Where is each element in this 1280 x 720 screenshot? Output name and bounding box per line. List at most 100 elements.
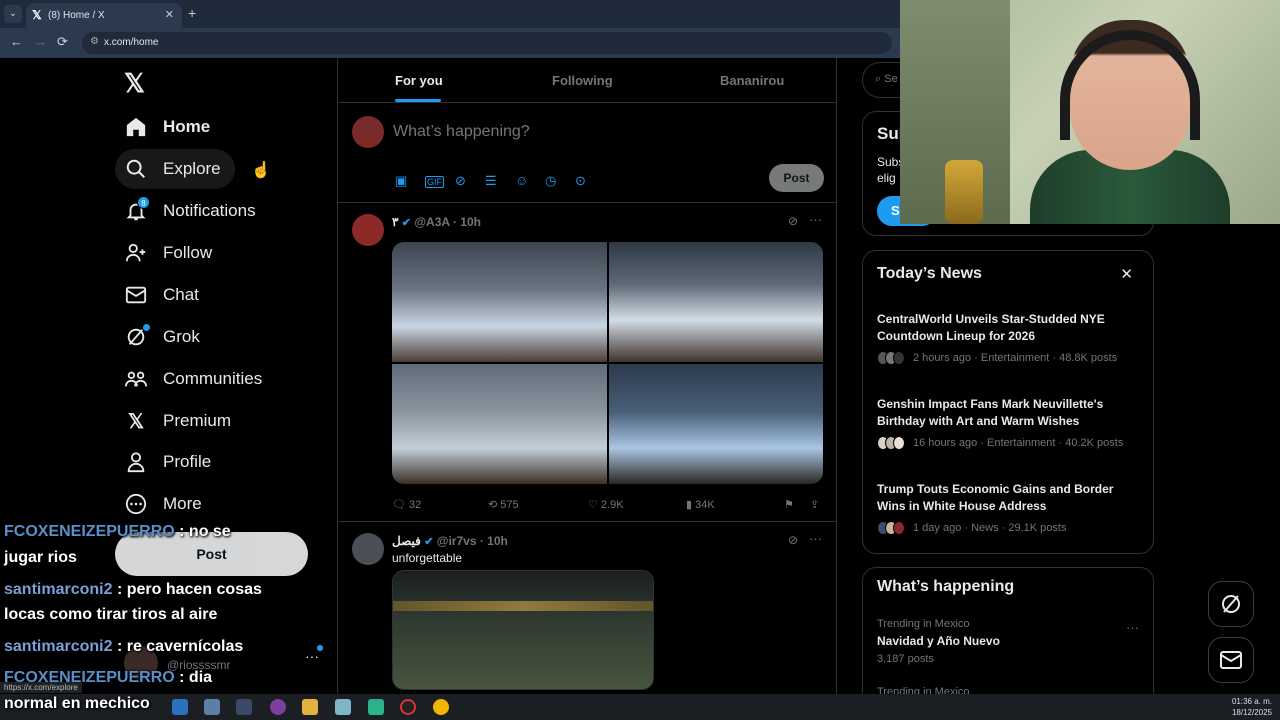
nav-grok[interactable]: Grok: [115, 317, 214, 357]
emoji-icon[interactable]: ☺: [515, 173, 528, 188]
nav-follow-label: Follow: [163, 243, 213, 262]
trend-more-icon[interactable]: ···: [1126, 620, 1139, 635]
tweet-photo[interactable]: [608, 242, 823, 362]
browser-tab-bar: ⌄ 𝕏 (8) Home / X ✕ +: [0, 0, 900, 28]
tweet-photo[interactable]: [608, 364, 823, 484]
nav-more[interactable]: More: [115, 484, 216, 524]
tab-for-you[interactable]: For you: [395, 73, 443, 88]
tweet-more-icon[interactable]: ···: [809, 212, 822, 227]
news-avatars: [877, 436, 907, 450]
address-bar-row: ← → ⟳ ⚙ x.com/home: [0, 28, 900, 58]
site-info-icon[interactable]: ⚙: [90, 36, 99, 47]
tweet-photo[interactable]: [392, 364, 607, 484]
url-text: x.com/home: [104, 37, 159, 48]
nav-chat[interactable]: Chat: [115, 275, 213, 315]
reload-button[interactable]: ⟳: [57, 34, 68, 50]
tweet-media-grid[interactable]: [392, 242, 823, 484]
tweet-photo[interactable]: [392, 570, 654, 690]
trend-topic[interactable]: Navidad y Año Nuevo: [877, 634, 1000, 648]
news-meta: 1 day ago · News · 29.1K posts: [913, 522, 1067, 534]
taskbar-app-icon[interactable]: [172, 699, 188, 715]
account-more-icon[interactable]: ···: [305, 648, 319, 664]
x-premium-icon: 𝕏: [127, 410, 145, 433]
nav-profile[interactable]: Profile: [115, 442, 225, 482]
chrome-icon[interactable]: [433, 699, 449, 715]
tweet[interactable]: ٣ ✔ @A3A · 10h ⊘ ··· 🗨 32 ⟲ 575 ♡ 2.9K ▮…: [338, 204, 836, 522]
tweet-photo[interactable]: [392, 242, 607, 362]
url-field[interactable]: ⚙ x.com/home: [82, 32, 892, 54]
bookmark-icon[interactable]: ⚑: [784, 498, 794, 511]
tweet-author-name[interactable]: فيصل: [392, 534, 421, 548]
tab-bananirou[interactable]: Bananirou: [720, 73, 784, 88]
news-item[interactable]: Trump Touts Economic Gains and Border Wi…: [877, 481, 1143, 535]
verified-badge-icon: ✔: [424, 536, 434, 548]
browser-tab[interactable]: 𝕏 (8) Home / X ✕: [26, 3, 182, 28]
x-logo-icon[interactable]: 𝕏: [124, 68, 145, 99]
taskbar-app-icon[interactable]: [236, 699, 252, 715]
forward-button[interactable]: →: [34, 34, 47, 49]
nav-explore-label: Explore: [163, 159, 221, 178]
nav-home-label: Home: [163, 117, 211, 136]
chat-message: FCOXENEIZEPUERRO : no se: [4, 520, 231, 544]
news-item[interactable]: CentralWorld Unveils Star-Studded NYE Co…: [877, 311, 1143, 365]
grok-fab-button[interactable]: [1208, 581, 1254, 627]
location-icon[interactable]: ⊙: [575, 173, 586, 189]
repost-button[interactable]: ⟲ 575: [488, 498, 519, 511]
grok-explain-icon[interactable]: ⊘: [788, 533, 798, 547]
nav-home[interactable]: Home: [115, 107, 224, 147]
taskbar-app-icon[interactable]: [204, 699, 220, 715]
grok-indicator-dot: [143, 324, 150, 331]
back-button[interactable]: ←: [10, 34, 23, 49]
main-feed: For you Following Bananirou What’s happe…: [337, 58, 837, 698]
grok-tool-icon[interactable]: ⊘: [455, 173, 466, 189]
tweet-handle[interactable]: @ir7vs: [437, 534, 477, 548]
nav-follow[interactable]: Follow: [115, 233, 226, 273]
tweet-time[interactable]: · 10h: [480, 534, 508, 548]
schedule-icon[interactable]: ◷: [545, 173, 556, 189]
tab-following[interactable]: Following: [552, 73, 613, 88]
taskbar-time: 01:36 a. m.: [1231, 697, 1272, 706]
taskbar-app-icon[interactable]: [270, 699, 286, 715]
grok-explain-icon[interactable]: ⊘: [788, 214, 798, 228]
taskbar-app-icon[interactable]: [335, 699, 351, 715]
reply-count: 32: [409, 499, 422, 511]
reply-button[interactable]: 🗨 32: [392, 498, 421, 511]
tab-list-button[interactable]: ⌄: [4, 5, 22, 23]
composer-avatar[interactable]: [352, 116, 384, 148]
composer-post-button[interactable]: Post: [769, 164, 824, 192]
folder-icon[interactable]: [302, 699, 318, 715]
like-count: 2.9K: [600, 499, 624, 511]
tweet-handle[interactable]: @A3A: [414, 215, 449, 229]
chat-text: normal en mechico: [4, 695, 150, 712]
close-icon[interactable]: ✕: [1120, 265, 1133, 283]
tweet-time[interactable]: · 10h: [453, 215, 481, 229]
obs-icon[interactable]: [400, 699, 416, 715]
tweet-avatar[interactable]: [352, 214, 384, 246]
view-count: 34K: [695, 499, 715, 511]
nav-premium[interactable]: 𝕏 Premium: [115, 401, 245, 441]
webcam-trophy: [945, 160, 983, 224]
nav-grok-label: Grok: [163, 327, 200, 346]
tweet-avatar[interactable]: [352, 533, 384, 565]
share-icon[interactable]: ⇪: [810, 498, 819, 511]
tweet[interactable]: فيصل ✔ @ir7vs · 10h ⊘ ··· unforgettable: [338, 523, 836, 698]
messages-fab-button[interactable]: [1208, 637, 1254, 683]
communities-icon: [125, 368, 147, 390]
news-item[interactable]: Genshin Impact Fans Mark Neuvillette's B…: [877, 396, 1143, 450]
news-headline: Genshin Impact Fans Mark Neuvillette's B…: [877, 397, 1104, 428]
tweet-actions: 🗨 32 ⟲ 575 ♡ 2.9K ▮ 34K ⚑ ⇪: [392, 498, 823, 516]
poll-icon[interactable]: ☰: [485, 173, 497, 189]
taskbar-app-icon[interactable]: [368, 699, 384, 715]
new-tab-button[interactable]: +: [188, 5, 196, 21]
tab-close-icon[interactable]: ✕: [165, 8, 174, 21]
tweet-author-name[interactable]: ٣: [392, 215, 398, 229]
like-button[interactable]: ♡ 2.9K: [588, 498, 624, 511]
gif-icon[interactable]: GIF: [425, 176, 444, 188]
image-icon[interactable]: ▣: [395, 173, 407, 189]
views-button[interactable]: ▮ 34K: [686, 498, 715, 511]
tweet-more-icon[interactable]: ···: [809, 531, 822, 546]
composer-input[interactable]: What’s happening?: [393, 123, 530, 141]
nav-communities[interactable]: Communities: [115, 359, 276, 399]
chat-text: locas como tirar tiros al aire: [4, 606, 218, 623]
nav-explore[interactable]: Explore: [115, 149, 235, 189]
